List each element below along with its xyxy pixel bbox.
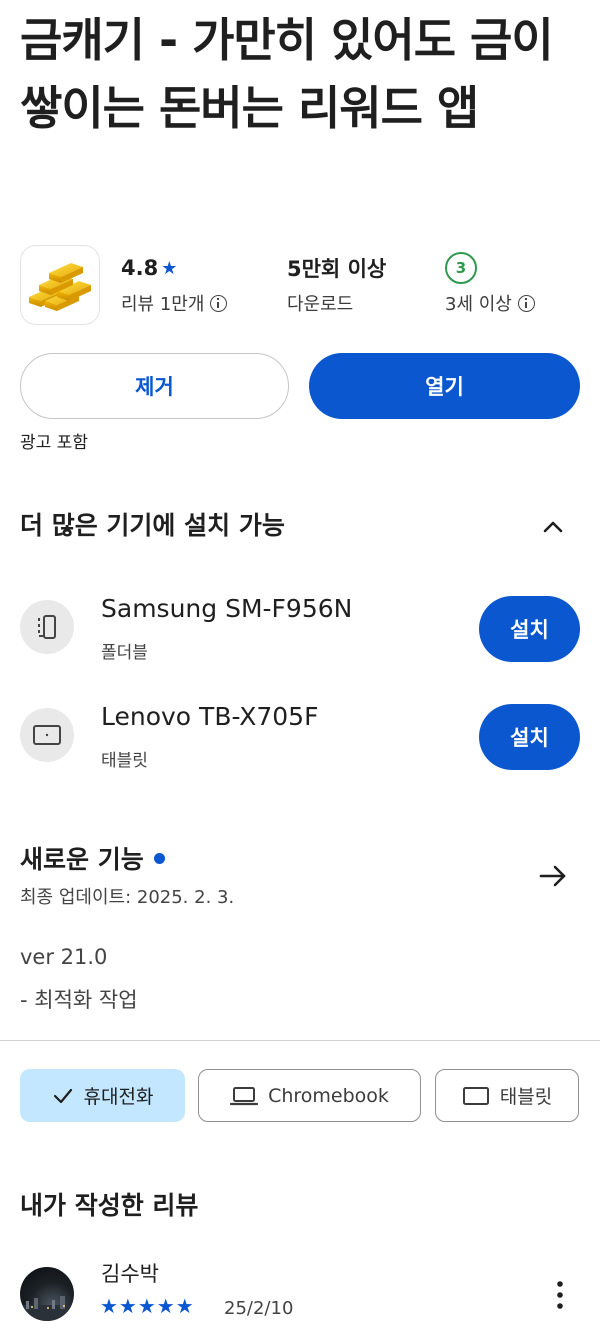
downloads-value: 5만회 이상 [287, 257, 387, 281]
chip-label: 휴대전화 [83, 1086, 154, 1108]
chip-label: Chromebook [268, 1084, 389, 1107]
avatar-photo [20, 1296, 74, 1321]
install-button-samsung[interactable]: 설치 [479, 596, 580, 662]
arrow-right-icon[interactable] [537, 860, 569, 892]
device-row-samsung: Samsung SM-F956N 폴더블 설치 [20, 594, 580, 664]
release-note-line: - 최적화 작업 [20, 988, 138, 1012]
section-divider [0, 1040, 600, 1041]
review-star-rating: ★★★★★ [100, 1294, 195, 1318]
device-icon-container [20, 708, 74, 762]
more-vert-icon[interactable] [549, 1278, 571, 1312]
avatar [20, 1267, 74, 1321]
chip-tablet[interactable]: 태블릿 [435, 1069, 579, 1122]
reviewer-name: 김수박 [101, 1262, 159, 1286]
device-row-lenovo: Lenovo TB-X705F 태블릿 설치 [20, 702, 580, 772]
info-icon [210, 294, 228, 312]
star-icon: ★ [161, 257, 178, 279]
check-icon [53, 1088, 72, 1103]
laptop-icon [230, 1086, 259, 1105]
tablet-icon [462, 1086, 489, 1105]
app-icon [20, 245, 100, 325]
reviews-count: 리뷰 1만개 [121, 294, 205, 315]
downloads-stat: 5만회 이상 다운로드 [287, 252, 386, 316]
review-date: 25/2/10 [224, 1298, 294, 1319]
chip-label: 태블릿 [499, 1086, 553, 1108]
app-title: 금캐기 - 가만히 있어도 금이 쌓이는 돈버는 리워드 앱 [20, 13, 554, 135]
device-type: 태블릿 [101, 751, 148, 771]
remove-button[interactable]: 제거 [20, 353, 289, 419]
my-review-title: 내가 작성한 리뷰 [20, 1191, 199, 1220]
chip-chromebook[interactable]: Chromebook [198, 1069, 421, 1122]
age-rating-stat[interactable]: 3 3세 이상 [445, 252, 535, 316]
rating-stat[interactable]: 4.8 ★ 리뷰 1만개 [121, 252, 228, 316]
chip-phone[interactable]: 휴대전화 [20, 1069, 185, 1122]
device-type: 폴더블 [101, 643, 148, 663]
install-button-lenovo[interactable]: 설치 [479, 704, 580, 770]
device-name: Lenovo TB-X705F [101, 702, 319, 731]
age-rating-badge: 3 [445, 252, 477, 284]
tablet-icon [33, 725, 61, 745]
more-devices-title: 더 많은 기기에 설치 가능 [20, 511, 285, 540]
device-icon-container [20, 600, 74, 654]
new-indicator-dot [153, 852, 165, 864]
contains-ads-note: 광고 포함 [20, 433, 88, 453]
chevron-up-icon[interactable] [539, 513, 567, 541]
rating-value: 4.8 [121, 256, 159, 280]
release-note-line: ver 21.0 [20, 945, 108, 969]
device-name: Samsung SM-F956N [101, 594, 353, 623]
gold-bars-icon [29, 263, 91, 311]
info-icon [517, 294, 535, 312]
whats-new-header[interactable]: 새로운 기능 [20, 840, 165, 876]
foldable-icon [38, 615, 56, 639]
downloads-label: 다운로드 [287, 294, 354, 315]
age-rating-label: 3세 이상 [445, 294, 512, 315]
whats-new-title: 새로운 기능 [20, 845, 144, 874]
last-updated: 최종 업데이트: 2025. 2. 3. [20, 887, 235, 908]
open-button[interactable]: 열기 [309, 353, 580, 419]
